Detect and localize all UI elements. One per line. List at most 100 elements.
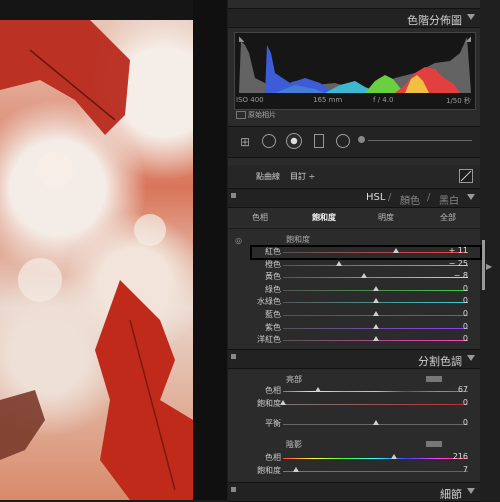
curve-edit-icon[interactable]	[459, 169, 473, 183]
expand-arrow-icon[interactable]: ▶	[486, 262, 492, 271]
histogram-graph	[239, 37, 471, 93]
split-toning-header[interactable]: 分割色調	[228, 349, 480, 369]
divider	[228, 228, 480, 229]
hsl-slider-knob[interactable]	[335, 260, 342, 266]
hsl-slider-value[interactable]: 0	[463, 284, 468, 293]
hsl-slider-knob[interactable]	[372, 298, 379, 304]
hsl-slider-knob[interactable]	[372, 323, 379, 329]
hsl-slider-row: 水綠色 0	[228, 296, 480, 308]
point-curve-select[interactable]: 目訂 ÷	[290, 171, 315, 182]
hsl-slider-row: 洋紅色 0	[228, 334, 480, 346]
photo-preview[interactable]	[0, 20, 193, 500]
target-adjust-icon[interactable]: ◎	[235, 236, 242, 245]
split-toning-value[interactable]: 0	[463, 418, 468, 427]
collapse-triangle-icon[interactable]	[467, 14, 475, 20]
hsl-slider-label: 藍色	[265, 310, 281, 319]
hsl-slider-value[interactable]: 0	[463, 309, 468, 318]
split-toning-track[interactable]	[283, 404, 468, 405]
original-photo-checkbox[interactable]	[236, 111, 246, 119]
panel-switch-icon[interactable]	[231, 487, 236, 492]
hsl-slider-label: 水綠色	[257, 297, 281, 307]
hsl-slider-knob[interactable]	[372, 336, 379, 342]
red-eye-icon[interactable]	[286, 133, 302, 149]
split-toning-knob[interactable]	[292, 467, 299, 472]
collapse-triangle-icon[interactable]	[467, 194, 475, 200]
hsl-slider-row: 藍色 0	[228, 309, 480, 321]
highlight-clip-icon[interactable]: ◢	[466, 35, 471, 43]
shutter-readout: 1/50 秒	[446, 97, 471, 105]
split-toning-knob[interactable]	[372, 420, 379, 425]
split-toning-track[interactable]	[283, 458, 468, 459]
hsl-slider-row: 紫色 0	[228, 322, 480, 334]
highlight-color-swatch[interactable]	[426, 376, 442, 382]
tab-saturation[interactable]: 飽和度	[312, 212, 336, 223]
split-toning-row: 色相 67	[228, 385, 480, 397]
aperture-readout: f / 4.0	[373, 96, 394, 104]
saturation-group-label: 飽和度	[286, 235, 310, 244]
hsl-tab[interactable]: HSL	[366, 192, 385, 203]
shadow-color-swatch[interactable]	[426, 441, 442, 447]
detail-header[interactable]: 細節	[228, 482, 480, 502]
collapse-triangle-icon[interactable]	[467, 355, 475, 361]
hsl-slider-track[interactable]	[283, 277, 468, 279]
tab-hue[interactable]: 色相	[252, 212, 268, 223]
bw-tab[interactable]: 黑白	[439, 192, 459, 207]
panel-switch-icon[interactable]	[231, 193, 236, 198]
histogram: ◣ ◢	[234, 32, 476, 110]
tab-luminance[interactable]: 明度	[378, 212, 394, 223]
hsl-slider-knob[interactable]	[372, 285, 379, 291]
focal-readout: 165 mm	[313, 96, 343, 104]
hsl-slider-value[interactable]: 0	[463, 296, 468, 305]
split-toning-row: 平衡 0	[228, 418, 480, 430]
split-toning-row: 飽和度 7	[228, 465, 480, 477]
spot-removal-icon[interactable]	[262, 134, 276, 148]
hsl-slider-row: 黃色 − 8	[228, 271, 480, 283]
hsl-slider-label: 黃色	[265, 272, 281, 282]
hsl-slider-knob[interactable]	[361, 273, 368, 279]
color-tab[interactable]: 顏色	[400, 192, 420, 207]
radial-filter-icon[interactable]	[336, 134, 350, 148]
autumn-leaves-image	[0, 20, 193, 500]
hsl-slider-track[interactable]	[283, 264, 468, 266]
split-toning-track[interactable]	[283, 391, 468, 392]
histogram-header[interactable]: 色階分佈圖	[228, 8, 480, 28]
graduated-filter-icon[interactable]	[314, 134, 324, 148]
iso-readout: ISO 400	[236, 96, 264, 104]
histogram-title: 色階分佈圖	[407, 14, 462, 27]
panel-switch-icon[interactable]	[231, 354, 236, 359]
shadow-clip-icon[interactable]: ◣	[239, 35, 244, 43]
brush-icon[interactable]	[358, 136, 365, 143]
hsl-header: HSL / 顏色 / 黑白	[228, 188, 480, 208]
shadows-label: 陰影	[286, 440, 302, 449]
hsl-slider-label: 橙色	[265, 259, 281, 269]
hsl-separator-2: /	[427, 192, 431, 203]
hsl-slider-label: 洋紅色	[257, 335, 281, 345]
split-toning-value[interactable]: 67	[458, 385, 468, 394]
split-toning-value[interactable]: 0	[463, 398, 468, 407]
tab-all[interactable]: 全部	[440, 212, 456, 223]
split-toning-track[interactable]	[283, 471, 468, 472]
hsl-slider-label: 紫色	[265, 322, 281, 332]
hsl-slider-value[interactable]: 0	[463, 322, 468, 331]
hsl-slider-knob[interactable]	[372, 311, 379, 316]
brush-slider[interactable]	[368, 140, 472, 141]
split-toning-label: 色相	[265, 386, 281, 395]
hsl-slider-row: 橙色 − 25	[228, 259, 480, 271]
split-toning-value[interactable]: 216	[453, 452, 468, 461]
collapse-triangle-icon[interactable]	[467, 488, 475, 494]
split-toning-row: 飽和度 0	[228, 398, 480, 410]
split-toning-label: 平衡	[265, 419, 281, 428]
tool-strip: ⊞	[228, 126, 480, 158]
split-toning-row: 色相 216	[228, 452, 480, 464]
point-curve-row: 點曲線 目訂 ÷	[228, 165, 480, 187]
hsl-slider-row: 綠色 0	[228, 284, 480, 296]
hsl-slider-value[interactable]: 0	[463, 334, 468, 343]
hsl-slider-value[interactable]: − 8	[454, 271, 468, 280]
panel-scrollbar[interactable]	[482, 240, 485, 290]
split-toning-label: 飽和度	[257, 399, 281, 408]
split-toning-knob[interactable]	[391, 454, 397, 459]
split-toning-knob[interactable]	[315, 387, 322, 392]
crop-grid-icon[interactable]: ⊞	[240, 135, 250, 149]
split-toning-value[interactable]: 7	[463, 465, 468, 474]
split-toning-knob[interactable]	[280, 400, 286, 405]
